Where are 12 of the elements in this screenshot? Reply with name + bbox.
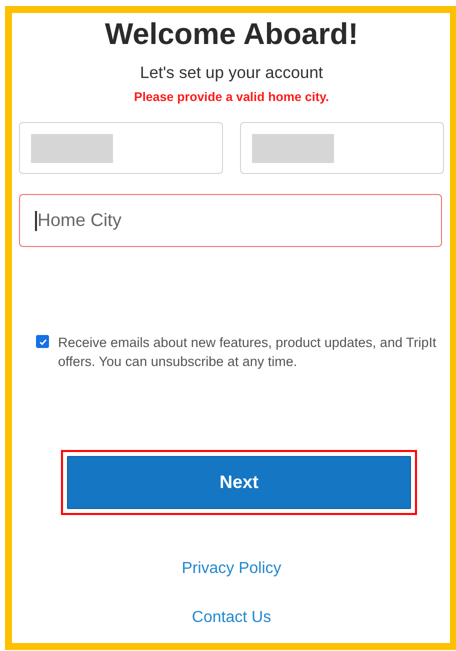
footer-link[interactable]: Privacy Policy xyxy=(182,559,282,579)
input-field[interactable] xyxy=(19,122,223,174)
input-field[interactable] xyxy=(240,122,444,174)
next-button[interactable]: Next xyxy=(67,456,411,509)
page-title: Welcome Aboard! xyxy=(104,17,358,53)
footer-link[interactable]: Contact Us xyxy=(192,608,272,628)
subtitle: Let's set up your account xyxy=(140,63,323,83)
input-field[interactable]: Home City xyxy=(19,194,442,247)
checkbox[interactable] xyxy=(36,335,49,348)
checkmark-icon xyxy=(38,336,48,346)
error-message: Please provide a valid home city. xyxy=(134,89,329,105)
consent-text: Receive emails about new features, product updates, and TripIt offers. You can unsubscribe at any time. xyxy=(58,334,438,371)
